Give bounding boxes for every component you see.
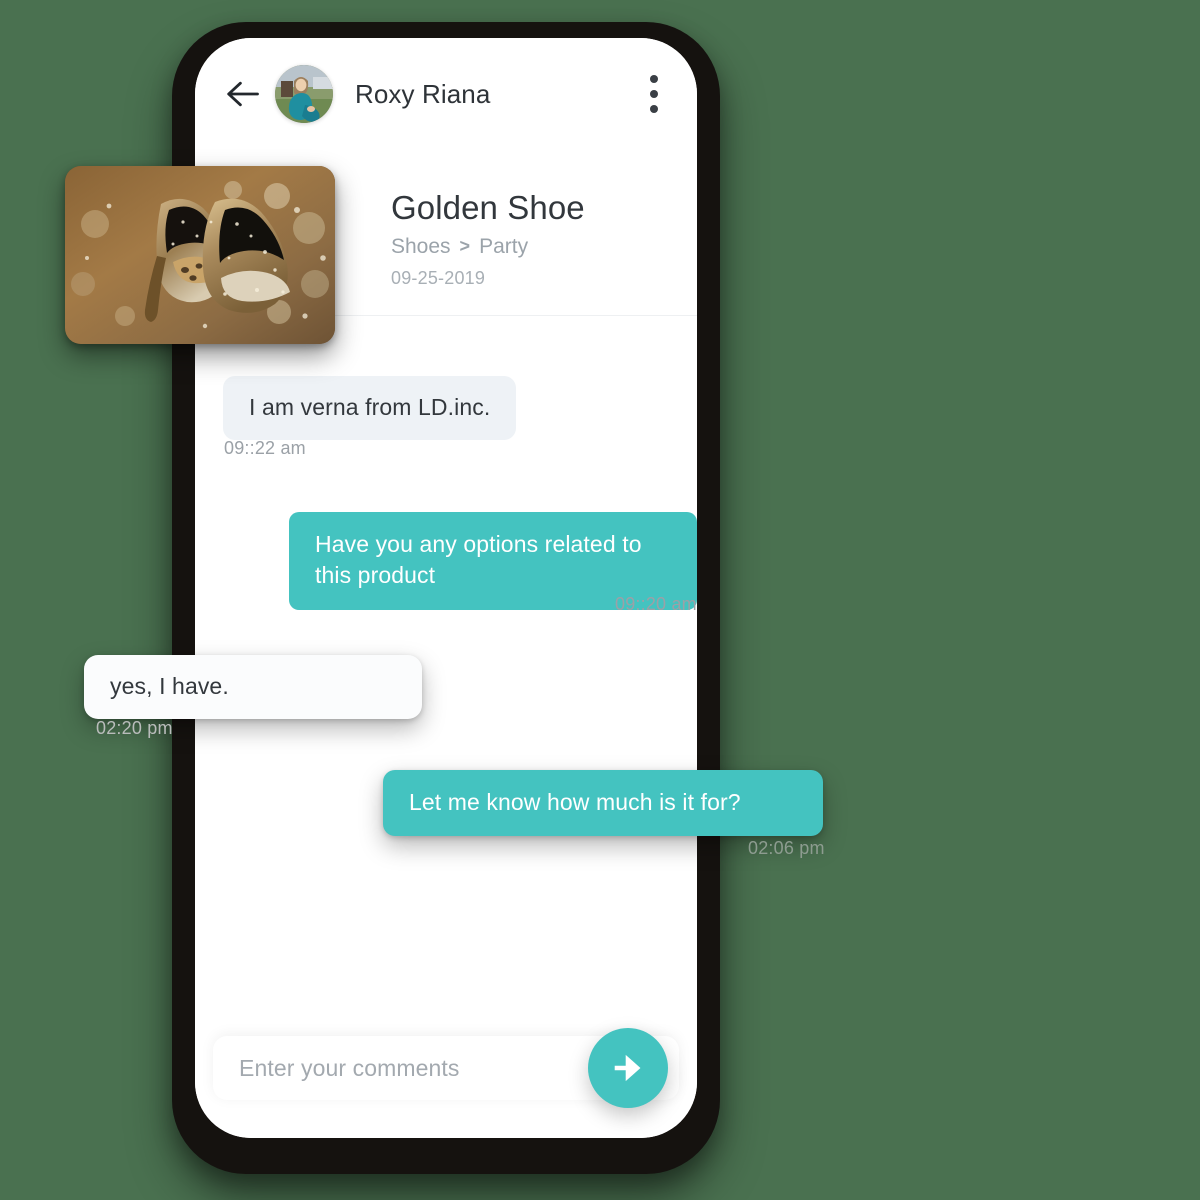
avatar[interactable] [275, 65, 333, 123]
product-date: 09-25-2019 [391, 267, 486, 288]
message-timestamp: 02:06 pm [748, 838, 825, 858]
message-timestamp: 02:20 pm [96, 718, 173, 738]
breadcrumb-subcategory[interactable]: Party [479, 235, 528, 259]
message-bubble-incoming: yes, I have. [84, 655, 422, 720]
message-timestamp: 09::22 am [224, 438, 306, 458]
arrow-right-icon [614, 1054, 641, 1082]
message-timestamp: 09::20 am [615, 594, 697, 614]
breadcrumb: Shoes > Party [391, 235, 667, 259]
chat-header: Roxy Riana [195, 38, 697, 150]
contact-name: Roxy Riana [355, 78, 491, 109]
message-bubble-outgoing: Let me know how much is it for? [383, 770, 823, 837]
golden-shoe-photo[interactable] [65, 166, 335, 344]
chevron-right-icon: > [459, 236, 471, 257]
arrow-left-icon[interactable] [221, 74, 267, 114]
page-title: Golden Shoe [391, 189, 585, 226]
send-button[interactable] [588, 1028, 668, 1108]
more-vertical-icon[interactable] [639, 72, 669, 116]
breadcrumb-category[interactable]: Shoes [391, 235, 451, 259]
message-bubble-incoming: I am verna from LD.inc. [223, 376, 517, 441]
